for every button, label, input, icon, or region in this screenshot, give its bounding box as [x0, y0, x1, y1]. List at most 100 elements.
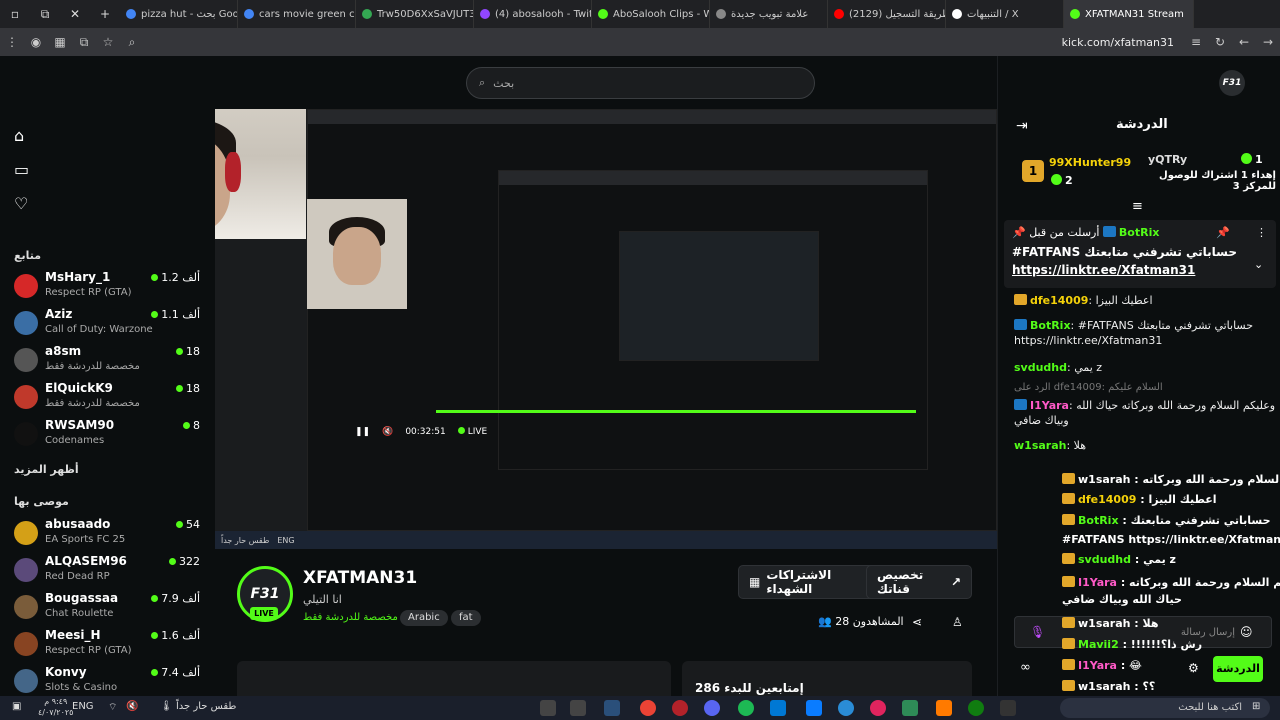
site-settings-icon[interactable]: ≡ — [1184, 35, 1208, 49]
chat-message[interactable]: BotRix: #FATFANS حساباتي تشرفني متابعتك … — [1014, 318, 1276, 348]
chevron-down-icon[interactable]: ⌄ — [1254, 258, 1263, 271]
xbox-icon[interactable] — [968, 700, 984, 716]
tag-fat[interactable]: fat — [451, 610, 481, 626]
home-icon[interactable]: ⌂ — [14, 126, 32, 145]
channel-row[interactable]: Aziz Call of Duty: Warzone 1.1 ألف — [14, 307, 204, 343]
edge-icon[interactable] — [838, 700, 854, 716]
tab-2[interactable]: Trw50D6XxSaVJUT30 — [356, 0, 474, 28]
mute-icon[interactable]: 🔇 — [382, 427, 393, 437]
video-player[interactable]: ❚❚ 🔇 00:32:51 LIVE — [215, 109, 997, 549]
taskbar-clock[interactable]: ٩:٤٩ م ٤/٠٧/٢٠٢٥ — [38, 696, 73, 718]
pause-icon[interactable]: ❚❚ — [355, 427, 370, 437]
windows-start-icon[interactable]: ⊞ — [1252, 701, 1260, 712]
mic-icon[interactable]: 🎙 — [1030, 625, 1045, 639]
tab-3[interactable]: (4) abosalooh - Twitc — [474, 0, 592, 28]
more-options-icon[interactable]: ⋮ — [1256, 226, 1267, 239]
share-icon[interactable]: ⋖ — [912, 615, 922, 629]
outlook-icon[interactable] — [770, 700, 786, 716]
tab-6[interactable]: (2129) طريقة التسجيل — [828, 0, 946, 28]
channel-name[interactable]: XFATMAN31 — [303, 568, 417, 588]
channel-row[interactable]: ElQuickK9 مخصصة للدردشة فقط 18 — [14, 381, 204, 417]
app-icon-pink[interactable] — [870, 700, 886, 716]
channel-row[interactable]: ALQASEM96 Red Dead RP 322 — [14, 554, 204, 590]
expand-leaderboard-icon[interactable]: ≡ — [1132, 199, 1143, 214]
tab-0[interactable]: pizza hut - بحث Goog — [120, 0, 238, 28]
tab-1[interactable]: cars movie green ca — [238, 0, 356, 28]
channel-row-name: Aziz — [45, 307, 73, 321]
chat-username[interactable]: svdudhd — [1014, 361, 1067, 374]
overlay-text: وعليكم السلام ورحمة الله وبركاته — [1129, 576, 1280, 589]
record-icon[interactable] — [672, 700, 688, 716]
channel-row[interactable]: Bougassaa Chat Roulette 7.9 ألف — [14, 591, 204, 627]
chat-username[interactable]: I1Yara — [1030, 399, 1069, 412]
close-icon[interactable]: ✕ — [60, 7, 90, 21]
taskbar-search[interactable]: اكتب هنا للبحث — [1060, 698, 1270, 718]
heart-icon[interactable]: ♡ — [14, 194, 32, 213]
address-bar[interactable]: kick.com/xfatman31 — [1062, 36, 1174, 49]
spotify-icon[interactable] — [738, 700, 754, 716]
restore-button[interactable]: ⧉ — [30, 7, 60, 22]
tab-5[interactable]: علامة تبويب جديدة — [710, 0, 828, 28]
notifications-icon[interactable]: ▣ — [12, 701, 21, 712]
tab-4[interactable]: AboSalooh Clips - W — [592, 0, 710, 28]
unpin-icon[interactable]: 📌 — [1216, 226, 1230, 239]
show-more-link[interactable]: أظهر المزيد — [14, 463, 79, 476]
search-input[interactable]: ⌕ بحث — [466, 67, 815, 99]
chat-message[interactable]: svdudhd: يمي z — [1014, 360, 1276, 375]
overlay-message: Mavii2 : !!!!!!رش ذا؟ — [1062, 638, 1202, 651]
star-icon[interactable]: ☆ — [96, 35, 120, 49]
chat-username[interactable]: w1sarah — [1014, 439, 1066, 452]
discord-icon[interactable] — [704, 700, 720, 716]
wifi-icon[interactable]: ⌔ — [108, 701, 117, 714]
profile-icon[interactable]: ◉ — [24, 35, 48, 49]
steam-icon[interactable] — [540, 700, 556, 716]
stream-category[interactable]: مخصصة للدردشة فقط — [303, 612, 398, 623]
menu-dots-icon[interactable]: ⋮ — [0, 35, 24, 49]
extensions-icon[interactable]: ▦ — [48, 35, 72, 49]
forward-icon[interactable]: → — [1256, 35, 1280, 49]
minimize-button[interactable]: ▫ — [0, 7, 30, 21]
store-icon[interactable] — [936, 700, 952, 716]
chat-message[interactable]: w1sarah: هلا — [1014, 438, 1276, 453]
tab-7[interactable]: التنبيهات / X — [946, 0, 1064, 28]
channel-row[interactable]: MsHary_1 Respect RP (GTA) 1.2 ألف — [14, 270, 204, 306]
channel-row[interactable]: RWSAM90 Codenames 8 — [14, 418, 204, 454]
nested-tab-bar-2 — [499, 171, 927, 185]
channel-row[interactable]: a8sm مخصصة للدردشة فقط 18 — [14, 344, 204, 380]
chat-message[interactable]: I1Yara: وعليكم السلام ورحمة الله وبركاته… — [1014, 398, 1276, 428]
user-avatar[interactable]: F31 — [1219, 70, 1245, 96]
app-icon-green[interactable] — [902, 700, 918, 716]
chat-message[interactable]: dfe14009: اعطيك البيزا — [1014, 293, 1276, 308]
user-icon[interactable]: ♙ — [952, 615, 963, 629]
volume-icon[interactable]: 🔇 — [126, 701, 138, 712]
zoom-icon[interactable]: ⌕ — [120, 35, 144, 50]
folder-icon[interactable] — [570, 700, 586, 716]
tab-8[interactable]: XFATMAN31 Stream — [1064, 0, 1194, 28]
chat-username[interactable]: dfe14009 — [1030, 294, 1088, 307]
settings-icon[interactable] — [1000, 700, 1016, 716]
channel-row[interactable]: abusaado EA Sports FC 25 54 — [14, 517, 204, 553]
customize-channel-button[interactable]: تخصيص قناتك ↗ — [866, 565, 972, 599]
taskbar-active-app[interactable] — [604, 700, 620, 716]
collapse-chat-icon[interactable]: ⇥ — [1016, 118, 1028, 134]
new-tab-button[interactable]: + — [90, 7, 120, 21]
pinned-link[interactable]: https://linktr.ee/Xfatman31 — [1012, 263, 1195, 277]
reload-icon[interactable]: ↻ — [1208, 35, 1232, 49]
infinity-icon[interactable]: ∞ — [1020, 660, 1031, 675]
browse-icon[interactable]: ▭ — [14, 160, 32, 179]
chat-send-button[interactable]: الدردشة — [1213, 656, 1263, 682]
taskbar-lang[interactable]: ENG — [72, 701, 94, 712]
chat-settings-icon[interactable]: ⚙ — [1188, 661, 1199, 675]
puzzle-icon[interactable]: ⧉ — [72, 35, 96, 50]
chrome-icon[interactable] — [640, 700, 656, 716]
taskbar-weather[interactable]: طقس حار جداً — [176, 701, 236, 712]
chat-username[interactable]: BotRix — [1030, 319, 1071, 332]
tag-arabic[interactable]: Arabic — [400, 610, 448, 626]
tab-favicon-icon — [952, 9, 962, 19]
messenger-icon[interactable] — [806, 700, 822, 716]
emoji-icon[interactable]: ☺ — [1240, 625, 1253, 639]
gift-top-name[interactable]: 99XHunter99 — [1049, 156, 1131, 169]
back-icon[interactable]: ← — [1232, 35, 1256, 49]
channel-row[interactable]: Meesi_H Respect RP (GTA) 1.6 ألف — [14, 628, 204, 664]
gift-second-name[interactable]: yQTRy — [1148, 153, 1187, 166]
